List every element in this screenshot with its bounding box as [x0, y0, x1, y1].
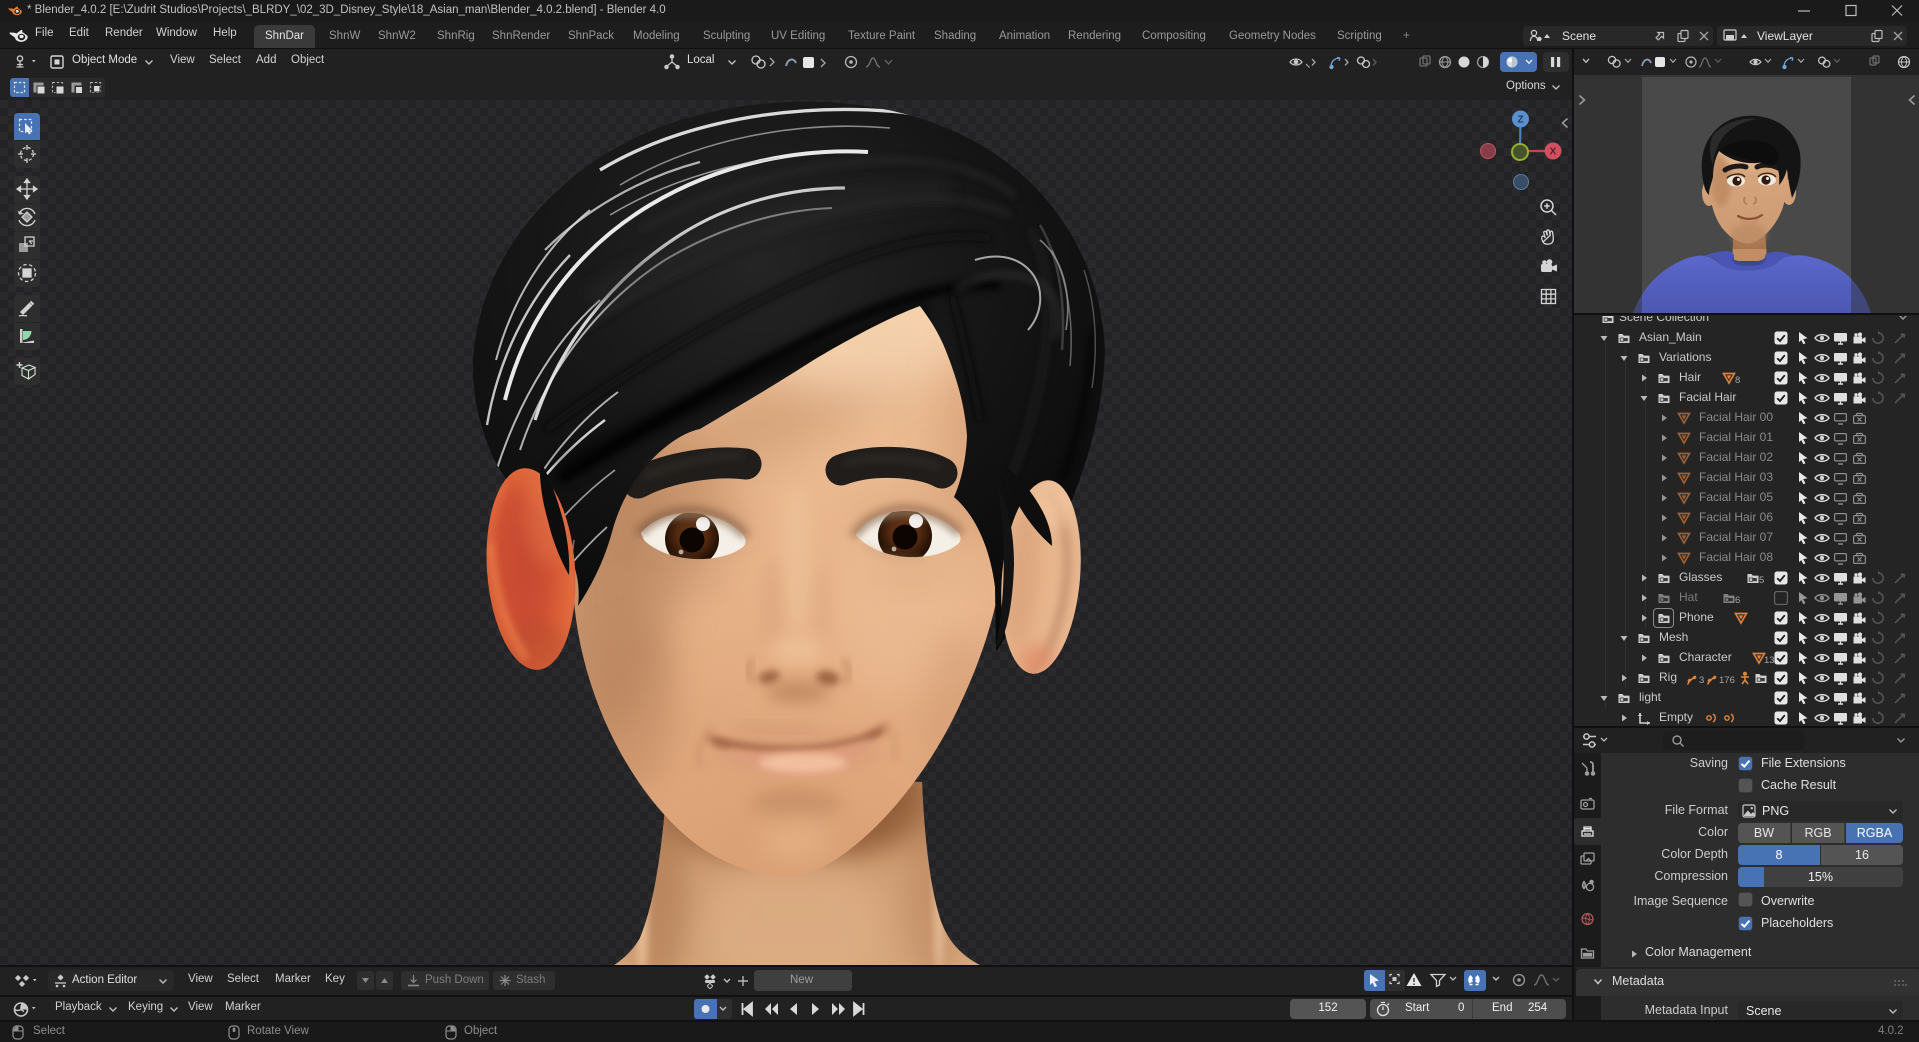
- svg-text:X: X: [1550, 147, 1557, 158]
- svg-text:Z: Z: [1517, 115, 1523, 126]
